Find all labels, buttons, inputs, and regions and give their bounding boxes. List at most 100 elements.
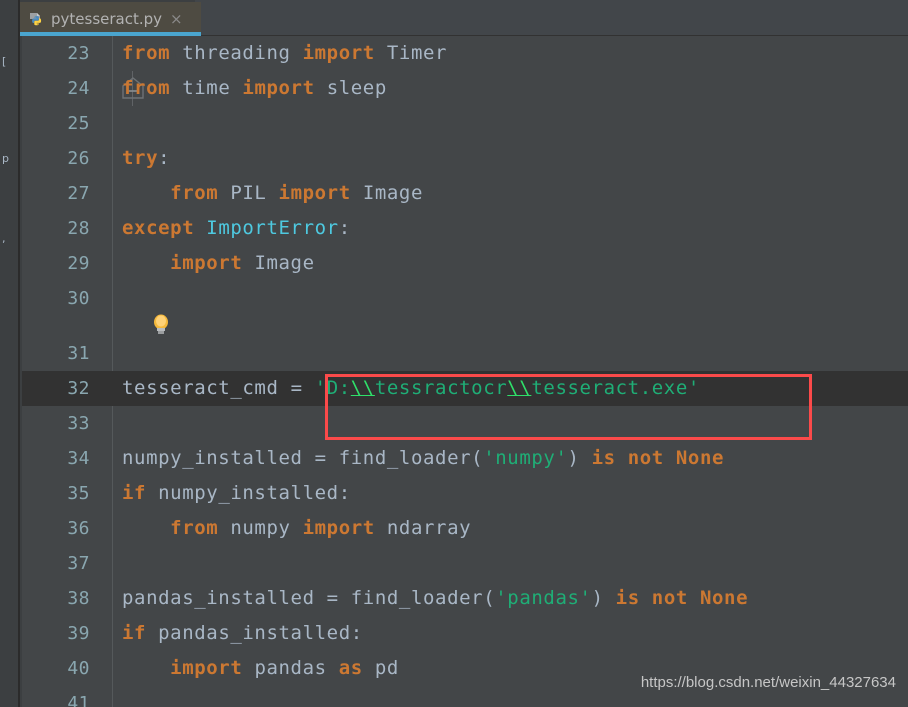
code-line-current[interactable]: 32 tesseract_cmd = 'D:\\tessractocr\\tess…	[22, 371, 908, 406]
code-token-op	[242, 657, 254, 679]
code-token-pun: (	[471, 447, 484, 469]
code-line[interactable]: 29 import Image	[22, 246, 908, 281]
project-strip-fragment: [	[2, 55, 7, 68]
code-token-kw: except	[122, 217, 195, 239]
code-line[interactable]: 25	[22, 106, 908, 141]
code-token-op	[327, 657, 339, 679]
line-number: 32	[67, 378, 90, 399]
code-line[interactable]: 36 from numpy import ndarray	[22, 511, 908, 546]
code-token-kw: import	[302, 517, 375, 539]
code-token-op	[315, 587, 327, 609]
code-token-fn: find_loader	[338, 447, 472, 469]
code-line[interactable]: 31	[22, 336, 908, 371]
code-token-op	[122, 657, 170, 679]
code-token-esc: \\	[350, 377, 375, 399]
code-token-op	[266, 182, 278, 204]
code-token-op	[375, 517, 387, 539]
code-token-kw: try	[122, 147, 159, 169]
code-token-id: numpy_installed	[122, 447, 303, 469]
code-token-op	[580, 447, 592, 469]
code-token-pun: :	[338, 482, 351, 504]
code-token-str: 'D:	[314, 377, 351, 399]
code-token-kw: if	[122, 622, 147, 644]
code-text: from numpy import ndarray	[122, 511, 471, 546]
line-number: 36	[67, 518, 90, 539]
project-strip-fragment: ,	[2, 232, 6, 245]
code-token-id: pandas_installed	[158, 622, 351, 644]
code-line[interactable]: 34 numpy_installed = find_loader('numpy')…	[22, 441, 908, 476]
code-text: import Image	[122, 246, 315, 281]
code-text: from time import sleep	[122, 71, 387, 106]
line-number: 29	[67, 253, 90, 274]
code-token-kw: from	[170, 517, 219, 539]
code-token-kw: is	[615, 587, 640, 609]
code-line[interactable]: 27 from PIL import Image	[22, 176, 908, 211]
code-token-kw: None	[699, 587, 749, 609]
code-token-op	[339, 587, 351, 609]
code-token-id: numpy	[230, 517, 291, 539]
tab-label: pytesseract.py	[51, 10, 163, 28]
code-text: import pandas as pd	[122, 651, 399, 686]
line-number: 33	[67, 413, 90, 434]
code-token-str: 'pandas'	[495, 587, 592, 609]
code-lines: 23 from threading import Timer 24 from time…	[22, 36, 908, 707]
editor-tab-bar: pytesseract.py ×	[20, 0, 908, 36]
code-token-op	[327, 447, 339, 469]
code-token-op	[242, 252, 254, 274]
code-token-pun: :	[338, 217, 351, 239]
code-text: except ImportError:	[122, 211, 351, 246]
code-line[interactable]: 26 try:	[22, 141, 908, 176]
code-token-kw: None	[675, 447, 725, 469]
close-icon[interactable]: ×	[168, 11, 183, 27]
code-line[interactable]: 30	[22, 281, 908, 316]
code-token-op	[122, 182, 170, 204]
code-token-op: =	[290, 377, 303, 399]
project-strip-fragment: p	[2, 152, 9, 165]
code-line[interactable]: 23 from threading import Timer	[22, 36, 908, 71]
code-token-op	[303, 377, 315, 399]
project-panel-strip[interactable]: [ p,	[0, 0, 20, 707]
code-token-str: tessractocr	[374, 377, 508, 399]
code-token-pun: :	[158, 147, 171, 169]
code-text: numpy_installed = find_loader('numpy') i…	[122, 441, 724, 476]
watermark-text: https://blog.csdn.net/weixin_44327634	[640, 674, 896, 691]
code-line[interactable]: 35 if numpy_installed:	[22, 476, 908, 511]
line-number: 24	[67, 78, 90, 99]
code-token-id: ndarray	[386, 517, 472, 539]
code-token-op	[688, 587, 700, 609]
code-line[interactable]: 37	[22, 546, 908, 581]
code-line[interactable]: 38 pandas_installed = find_loader('pandas…	[22, 581, 908, 616]
code-token-op	[170, 42, 182, 64]
lightbulb-icon[interactable]	[150, 312, 172, 336]
code-token-id: numpy_installed	[158, 482, 339, 504]
code-token-op	[315, 77, 327, 99]
code-token-bi: ImportError	[206, 217, 339, 239]
code-line[interactable]: 39 if pandas_installed:	[22, 616, 908, 651]
code-token-kw: import	[242, 77, 315, 99]
code-token-pun: )	[591, 587, 604, 609]
code-token-id: pandas	[254, 657, 327, 679]
code-text: if pandas_installed:	[122, 616, 363, 651]
code-editor[interactable]: 23 from threading import Timer 24 from time…	[22, 36, 908, 707]
code-token-op: =	[314, 447, 327, 469]
code-token-op	[122, 517, 170, 539]
code-token-op	[291, 42, 303, 64]
code-token-id: time	[182, 77, 231, 99]
code-token-pun: )	[567, 447, 580, 469]
code-token-kw: import	[170, 657, 243, 679]
code-token-op	[303, 447, 315, 469]
code-token-kw: if	[122, 482, 147, 504]
code-token-id: threading	[182, 42, 291, 64]
code-token-kw: not	[627, 447, 664, 469]
python-file-icon	[28, 11, 45, 28]
code-line[interactable]: 24 from time import sleep	[22, 71, 908, 106]
code-token-kw: as	[338, 657, 363, 679]
code-token-str: 'numpy'	[483, 447, 568, 469]
code-token-op	[146, 622, 158, 644]
code-token-op	[218, 517, 230, 539]
code-token-op	[146, 482, 158, 504]
code-token-kw: from	[122, 42, 171, 64]
code-line[interactable]: 28 except ImportError:	[22, 211, 908, 246]
code-line[interactable]: 33	[22, 406, 908, 441]
tab-pytesseract-py[interactable]: pytesseract.py ×	[20, 2, 201, 36]
